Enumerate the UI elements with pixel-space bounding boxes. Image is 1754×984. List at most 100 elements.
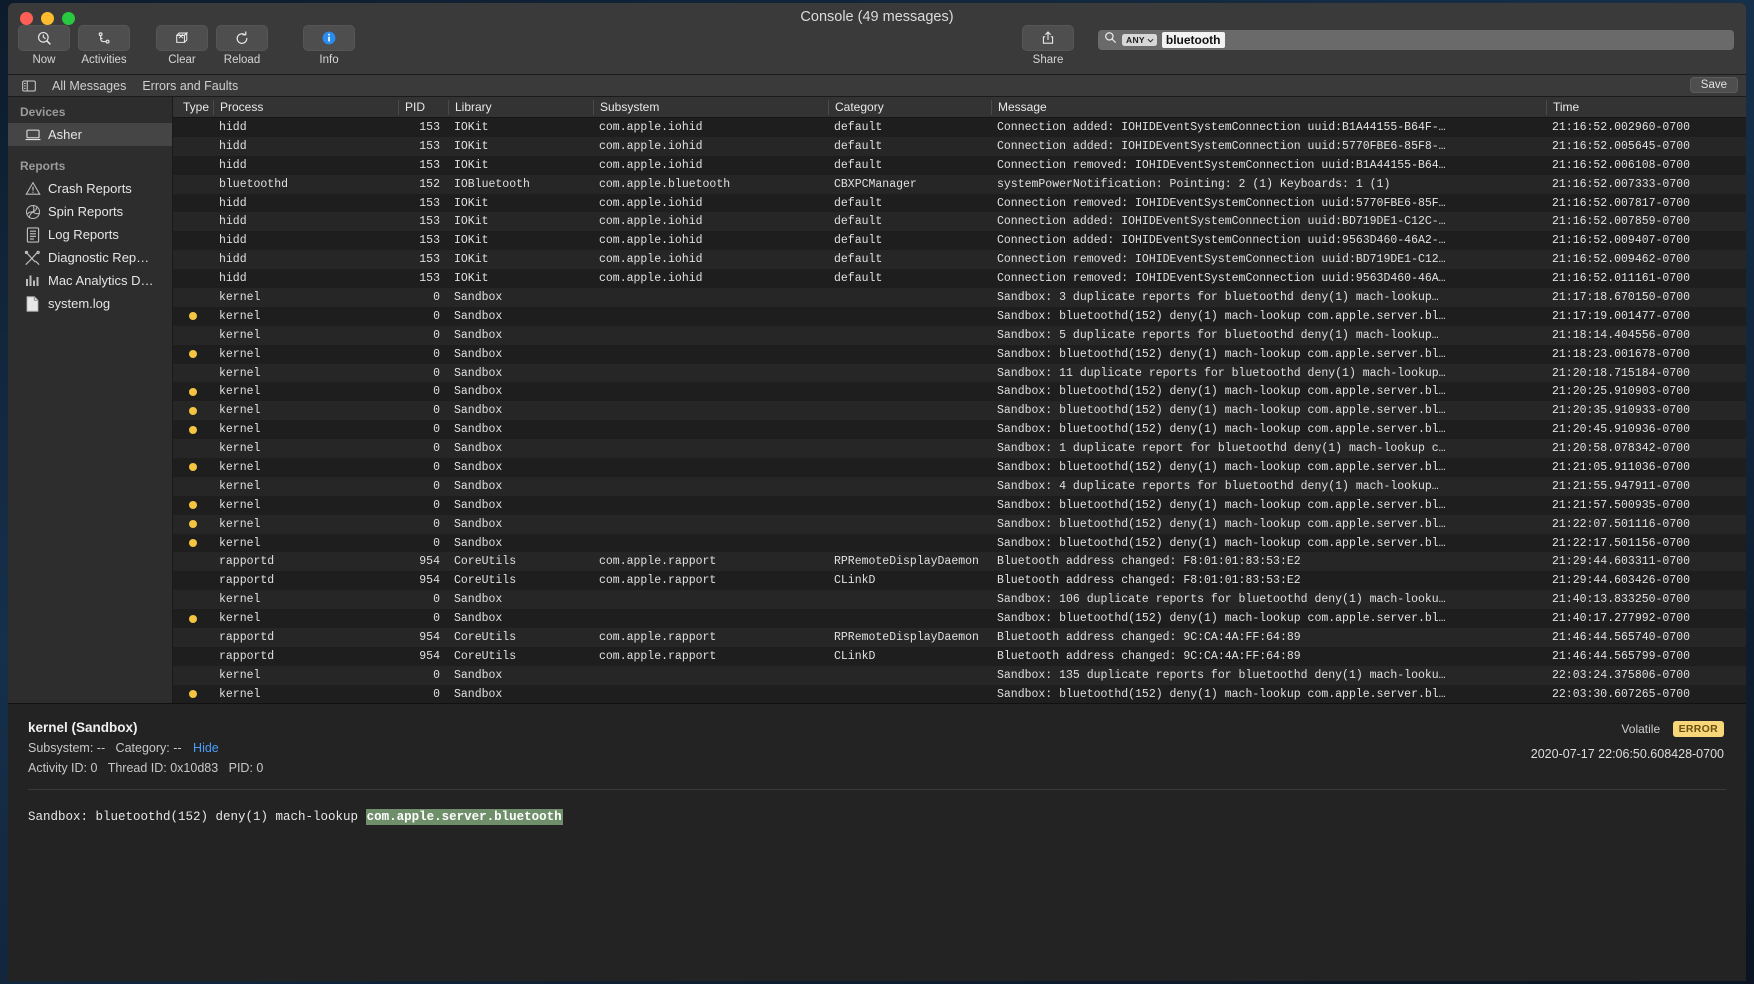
column-header-category[interactable]: Category — [828, 99, 991, 115]
sidebar-item-crash-reports[interactable]: Crash Reports — [8, 177, 172, 200]
cell-message: Sandbox: bluetoothd(152) deny(1) mach-lo… — [997, 687, 1446, 701]
cell-process: hidd — [219, 234, 247, 248]
table-row[interactable]: hidd 153 IOKit com.apple.iohid default Connec… — [173, 155, 1746, 175]
cell-message: Bluetooth address changed: 9C:CA:4A:FF:6… — [997, 630, 1301, 644]
table-row[interactable]: hidd 153 IOKit com.apple.iohid default Connec… — [173, 269, 1746, 289]
sidebar-item-asher[interactable]: Asher — [8, 123, 172, 146]
column-header-pid[interactable]: PID — [398, 99, 448, 115]
now-button[interactable]: Now — [18, 25, 70, 66]
cell-time: 21:22:17.501156-0700 — [1552, 536, 1691, 550]
detail-pid-label: PID: — [228, 761, 253, 775]
table-row[interactable]: kernel 0 Sandbox Sandbox: 3 duplicate repor… — [173, 288, 1746, 307]
table-row[interactable]: bluetoothd 152 IOBluetooth com.apple.blueto… — [173, 174, 1746, 194]
table-rows-container[interactable]: hidd 153 IOKit com.apple.iohid default Connec… — [173, 118, 1746, 703]
table-row[interactable]: kernel 0 Sandbox Sandbox: bluetoothd(152) d… — [173, 458, 1746, 477]
table-row[interactable]: kernel 0 Sandbox Sandbox: bluetoothd(152) d… — [173, 420, 1746, 440]
sidebar-item-system-log[interactable]: system.log — [8, 292, 172, 315]
detail-subsystem-label: Subsystem: — [28, 741, 94, 755]
table-row[interactable]: kernel 0 Sandbox Sandbox: 1 duplicate repor… — [173, 439, 1746, 459]
search-field[interactable]: ANY bluetooth — [1098, 30, 1734, 50]
error-level-dot-icon — [189, 406, 197, 415]
table-row[interactable]: kernel 0 Sandbox Sandbox: bluetoothd(152) d… — [173, 684, 1746, 703]
table-row[interactable]: hidd 153 IOKit com.apple.iohid default Connec… — [173, 250, 1746, 270]
sidebar-item-mac-analytics-data[interactable]: Mac Analytics D… — [8, 269, 172, 292]
cell-subsystem: com.apple.iohid — [599, 215, 703, 229]
cell-category: CBXPCManager — [834, 177, 917, 191]
sidebar-item-label: Diagnostic Rep… — [48, 250, 150, 265]
reload-button[interactable]: Reload — [216, 25, 268, 66]
cell-message: Sandbox: 3 duplicate reports for bluetoo… — [997, 290, 1439, 304]
table-row[interactable]: kernel 0 Sandbox Sandbox: bluetoothd(152) d… — [173, 344, 1746, 364]
table-row[interactable]: kernel 0 Sandbox Sandbox: 4 duplicate repor… — [173, 476, 1746, 496]
clear-button[interactable]: Clear — [156, 25, 208, 66]
search-input[interactable]: bluetooth — [1161, 32, 1225, 48]
sidebar-item-spin-reports[interactable]: Spin Reports — [8, 200, 172, 223]
error-level-dot-icon — [189, 387, 197, 396]
cell-process: hidd — [219, 120, 247, 134]
table-row[interactable]: kernel 0 Sandbox Sandbox: bluetoothd(152) d… — [173, 401, 1746, 421]
table-row[interactable]: kernel 0 Sandbox Sandbox: bluetoothd(152) d… — [173, 495, 1746, 515]
cell-process: kernel — [219, 687, 261, 701]
table-row[interactable]: hidd 153 IOKit com.apple.iohid default Connec… — [173, 118, 1746, 137]
cell-time: 21:16:52.011161-0700 — [1552, 272, 1691, 286]
table-row[interactable]: rapportd 954 CoreUtils com.apple.rapport RPR… — [173, 628, 1746, 647]
cell-message: Sandbox: 4 duplicate reports for bluetoo… — [997, 479, 1439, 493]
cell-category: default — [834, 272, 883, 286]
table-row[interactable]: kernel 0 Sandbox Sandbox: 135 duplicate rep… — [173, 665, 1746, 685]
cell-process: kernel — [219, 593, 261, 607]
cell-pid: 0 — [433, 442, 440, 456]
table-row[interactable]: kernel 0 Sandbox Sandbox: bluetoothd(152) d… — [173, 533, 1746, 553]
cell-process: hidd — [219, 196, 247, 210]
table-header-row: Type Process PID Library Subsystem Categ… — [173, 97, 1746, 118]
table-row[interactable]: rapportd 954 CoreUtils com.apple.rapport CLi… — [173, 646, 1746, 666]
cell-time: 22:03:30.607265-0700 — [1552, 687, 1691, 701]
cell-subsystem: com.apple.iohid — [599, 158, 703, 172]
hide-link[interactable]: Hide — [193, 741, 219, 755]
clear-icon — [156, 25, 208, 51]
tab-all-messages[interactable]: All Messages — [52, 79, 126, 93]
table-row[interactable]: hidd 153 IOKit com.apple.iohid default Connec… — [173, 212, 1746, 232]
column-header-time[interactable]: Time — [1546, 99, 1726, 115]
cell-pid: 153 — [419, 139, 440, 153]
cell-message: Sandbox: bluetoothd(152) deny(1) mach-lo… — [997, 498, 1446, 512]
cell-category: default — [834, 215, 883, 229]
table-row[interactable]: hidd 153 IOKit com.apple.iohid default Connec… — [173, 193, 1746, 213]
table-row[interactable]: kernel 0 Sandbox Sandbox: bluetoothd(152) d… — [173, 382, 1746, 402]
share-button[interactable]: Share — [1022, 25, 1074, 66]
sidebar-item-diagnostic-reports[interactable]: Diagnostic Rep… — [8, 246, 172, 269]
activities-button[interactable]: Activities — [78, 25, 130, 66]
sidebar-item-log-reports[interactable]: Log Reports — [8, 223, 172, 246]
table-row[interactable]: kernel 0 Sandbox Sandbox: 5 duplicate repor… — [173, 325, 1746, 345]
column-header-type[interactable]: Type — [173, 100, 213, 115]
cell-pid: 0 — [433, 460, 440, 474]
sidebar-toggle-icon[interactable] — [22, 79, 36, 92]
cell-pid: 153 — [419, 234, 440, 248]
table-row[interactable]: kernel 0 Sandbox Sandbox: bluetoothd(152) d… — [173, 514, 1746, 534]
table-row[interactable]: kernel 0 Sandbox Sandbox: bluetoothd(152) d… — [173, 306, 1746, 326]
save-button[interactable]: Save — [1689, 77, 1738, 93]
cell-process: kernel — [219, 460, 261, 474]
sidebar-item-label: Mac Analytics D… — [48, 273, 154, 288]
table-row[interactable]: kernel 0 Sandbox Sandbox: bluetoothd(152) d… — [173, 609, 1746, 629]
info-button[interactable]: Info — [303, 25, 355, 66]
table-row[interactable]: hidd 153 IOKit com.apple.iohid default Connec… — [173, 136, 1746, 156]
share-icon — [1022, 25, 1074, 51]
table-row[interactable]: rapportd 954 CoreUtils com.apple.rapport CLi… — [173, 571, 1746, 591]
table-row[interactable]: hidd 153 IOKit com.apple.iohid default Connec… — [173, 231, 1746, 251]
column-header-process[interactable]: Process — [213, 99, 398, 115]
table-row[interactable]: kernel 0 Sandbox Sandbox: 106 duplicate rep… — [173, 590, 1746, 610]
cell-pid: 0 — [433, 423, 440, 437]
cell-library: Sandbox — [454, 328, 503, 342]
table-row[interactable]: rapportd 954 CoreUtils com.apple.rapport RPR… — [173, 552, 1746, 572]
cell-message: Sandbox: bluetoothd(152) deny(1) mach-lo… — [997, 385, 1446, 399]
cell-pid: 0 — [433, 366, 440, 380]
cell-library: Sandbox — [454, 347, 503, 361]
column-header-subsystem[interactable]: Subsystem — [593, 99, 828, 115]
column-header-message[interactable]: Message — [991, 99, 1546, 115]
tab-errors-and-faults[interactable]: Errors and Faults — [142, 79, 238, 93]
column-header-library[interactable]: Library — [448, 99, 593, 115]
search-scope-token[interactable]: ANY — [1122, 34, 1157, 46]
table-row[interactable]: kernel 0 Sandbox Sandbox: 11 duplicate repo… — [173, 363, 1746, 383]
error-level-dot-icon — [189, 520, 197, 529]
error-level-dot-icon — [189, 350, 197, 359]
